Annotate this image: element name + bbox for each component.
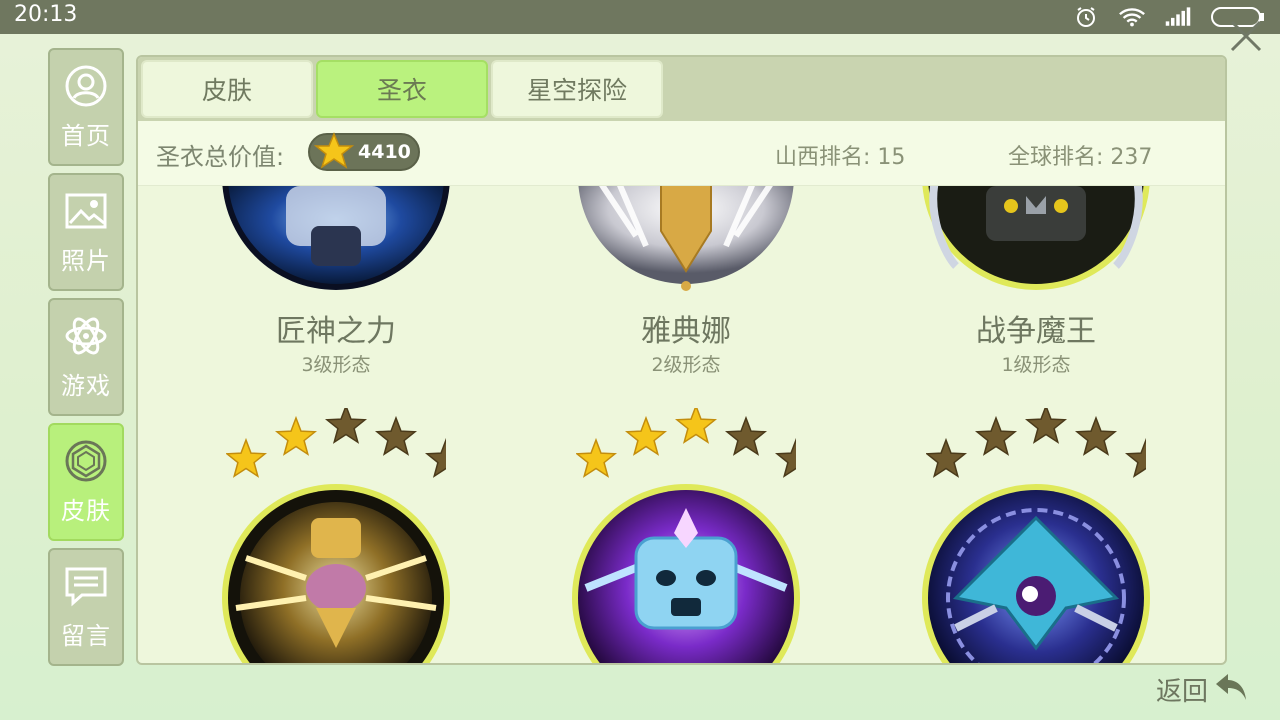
tab-star-adventure[interactable]: 星空探险: [491, 60, 663, 118]
close-button[interactable]: [1226, 16, 1266, 56]
armor-emblem: [222, 484, 450, 663]
armor-card[interactable]: 雅典娜 2级形态: [516, 186, 856, 386]
message-icon: [64, 564, 108, 608]
star-filled-icon: [624, 415, 668, 456]
wifi-icon: [1118, 5, 1146, 29]
armor-grid: 匠神之力 3级形态 雅典娜 2级形态 战争魔王 1级形态: [138, 186, 1225, 663]
star-rating: [226, 408, 446, 478]
info-bar: 圣衣总价值: 4410 山西排名: 15 全球排名: 237: [138, 121, 1225, 186]
armor-card[interactable]: [166, 408, 506, 663]
armor-emblem: [922, 186, 1150, 290]
armor-name: 雅典娜: [641, 314, 731, 349]
star-empty-icon: [324, 408, 368, 444]
sidebar-item-label: 首页: [61, 121, 111, 150]
armor-card[interactable]: [516, 408, 856, 663]
user-icon: [64, 64, 108, 108]
sidebar-item-label: 照片: [61, 246, 111, 275]
tab-armor[interactable]: 圣衣: [316, 60, 488, 118]
tab-skins[interactable]: 皮肤: [141, 60, 313, 118]
star-empty-icon: [424, 437, 446, 478]
global-rank: 全球排名: 237: [1008, 145, 1153, 170]
star-rating: [576, 408, 796, 478]
star-empty-icon: [374, 415, 418, 456]
star-icon: [313, 131, 355, 175]
armor-emblem: [572, 484, 800, 663]
armor-emblem: [922, 484, 1150, 663]
sidebar-item-label: 皮肤: [61, 496, 111, 525]
armor-form: 1级形态: [1001, 354, 1071, 376]
star-empty-icon: [974, 415, 1018, 456]
armor-card[interactable]: 战争魔王 1级形态: [866, 186, 1206, 386]
star-empty-icon: [1124, 437, 1146, 478]
back-button[interactable]: 返回: [1156, 670, 1250, 708]
signal-icon: [1164, 5, 1192, 29]
sidebar-item-games[interactable]: 游戏: [48, 298, 124, 416]
gem-icon: [64, 439, 108, 483]
alarm-icon: [1072, 5, 1100, 29]
star-empty-icon: [774, 437, 796, 478]
star-rating: [926, 408, 1146, 478]
star-filled-icon: [674, 408, 718, 444]
armor-emblem: [222, 186, 450, 290]
back-arrow-icon: [1214, 670, 1250, 708]
tab-bar: 皮肤 圣衣 星空探险: [138, 57, 1225, 121]
main-panel: 皮肤 圣衣 星空探险 圣衣总价值: 4410 山西排名: 15 全球排名: 23…: [136, 55, 1227, 665]
sidebar-item-messages[interactable]: 留言: [48, 548, 124, 666]
sidebar-item-skins[interactable]: 皮肤: [48, 423, 124, 541]
status-time: 20:13: [14, 2, 78, 27]
star-empty-icon: [1024, 408, 1068, 444]
total-value-badge: 4410: [308, 132, 420, 171]
sidebar-item-photos[interactable]: 照片: [48, 173, 124, 291]
star-filled-icon: [576, 437, 618, 478]
close-icon: [1230, 20, 1262, 52]
back-label: 返回: [1156, 676, 1209, 707]
star-empty-icon: [1074, 415, 1118, 456]
total-value-label: 圣衣总价值:: [156, 143, 285, 171]
armor-card[interactable]: [866, 408, 1206, 663]
star-empty-icon: [926, 437, 968, 478]
sidebar-item-home[interactable]: 首页: [48, 48, 124, 166]
armor-card[interactable]: 匠神之力 3级形态: [166, 186, 506, 386]
star-filled-icon: [274, 415, 318, 456]
sidebar-item-label: 留言: [61, 621, 111, 650]
armor-emblem: [578, 186, 794, 291]
armor-form: 3级形态: [301, 354, 371, 376]
total-value: 4410: [358, 141, 411, 163]
star-filled-icon: [226, 437, 268, 478]
star-empty-icon: [724, 415, 768, 456]
sidebar-item-label: 游戏: [61, 371, 111, 400]
image-icon: [64, 189, 108, 233]
atom-icon: [64, 314, 108, 358]
armor-name: 战争魔王: [976, 314, 1096, 349]
status-bar: 20:13: [0, 0, 1280, 34]
province-rank: 山西排名: 15: [775, 145, 906, 170]
armor-name: 匠神之力: [276, 314, 396, 349]
armor-form: 2级形态: [651, 354, 721, 376]
